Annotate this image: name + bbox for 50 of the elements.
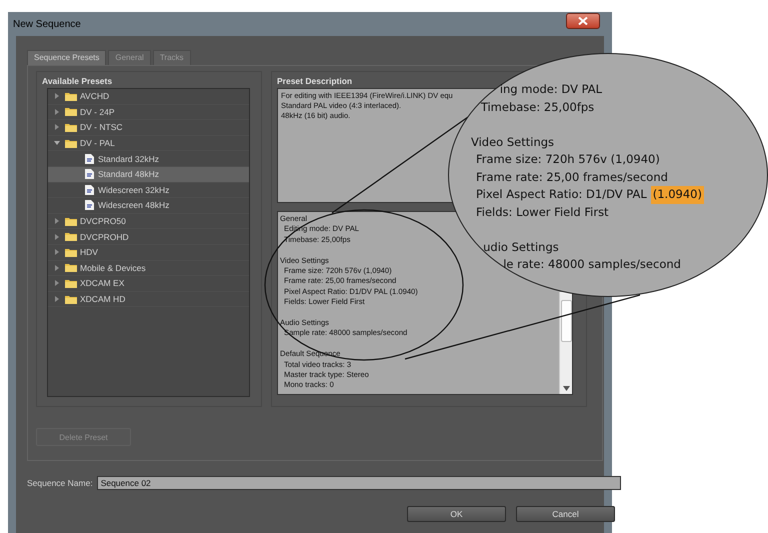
folder-icon [65, 138, 77, 148]
tree-item[interactable]: DVCPRO50 [48, 214, 249, 230]
magnified-text: Fields: Lower Field First [476, 204, 609, 220]
tree-item[interactable]: Mobile & Devices [48, 260, 249, 276]
down-arrow-icon [562, 386, 570, 391]
ok-button[interactable]: OK [407, 506, 506, 522]
folder-icon [65, 263, 77, 272]
magnified-text: Frame size: 720h 576v (1,0940) [476, 151, 660, 168]
magnified-text: le rate: 48000 samples/second [503, 256, 681, 273]
tree-item[interactable]: Widescreen 32kHz [48, 182, 249, 198]
highlighted-text: (1.0940) [650, 186, 704, 204]
magnified-text: Frame rate: 25,00 frames/second [476, 168, 668, 186]
magnified-text: Timebase: 25,00fps [480, 98, 594, 116]
group-heading: Available Presets [42, 75, 114, 88]
file-icon [85, 154, 94, 164]
group-heading: Preset Description [277, 75, 354, 88]
tree-item[interactable]: XDCAM EX [48, 276, 249, 292]
tree-item[interactable]: AVCHD [48, 89, 249, 105]
tree-item[interactable]: DV - NTSC [48, 120, 249, 136]
tree-item[interactable]: XDCAM HD [48, 292, 249, 308]
folder-icon [65, 216, 77, 226]
scrollbar-thumb[interactable] [560, 300, 572, 342]
folder-icon [65, 248, 77, 257]
tab[interactable]: Sequence Presets [27, 50, 106, 65]
file-icon [85, 200, 94, 210]
magnified-text: Video Settings [471, 134, 554, 150]
tree-item[interactable]: HDV [48, 244, 249, 261]
folder-icon [65, 294, 77, 304]
close-icon [578, 17, 588, 25]
folder-icon [65, 122, 77, 132]
file-icon [85, 169, 94, 180]
tree-item[interactable]: Widescreen 48kHz [48, 198, 249, 214]
magnified-text: udio Settings [483, 238, 559, 256]
sequence-name-field[interactable]: Sequence 02 [96, 476, 621, 490]
magnified-text: ing mode: DV PAL [500, 81, 602, 98]
field-label: Sequence Name: [27, 478, 93, 488]
tree-item[interactable]: Standard 48kHz [48, 166, 249, 183]
cancel-button[interactable]: Cancel [516, 506, 615, 522]
window-title: New Sequence [13, 18, 81, 30]
tree-item[interactable]: DV - PAL [48, 136, 249, 152]
file-icon [85, 184, 94, 195]
magnified-text: Pixel Aspect Ratio: D1/DV PAL [476, 186, 647, 203]
close-button[interactable] [566, 13, 600, 29]
folder-icon [65, 278, 77, 288]
folder-icon [65, 107, 77, 116]
folder-icon [65, 92, 77, 101]
scrollbar[interactable] [559, 292, 572, 394]
tree-item[interactable]: DV - 24P [48, 104, 249, 120]
folder-icon [65, 232, 77, 242]
tree-item[interactable]: DVCPROHD [48, 229, 249, 245]
